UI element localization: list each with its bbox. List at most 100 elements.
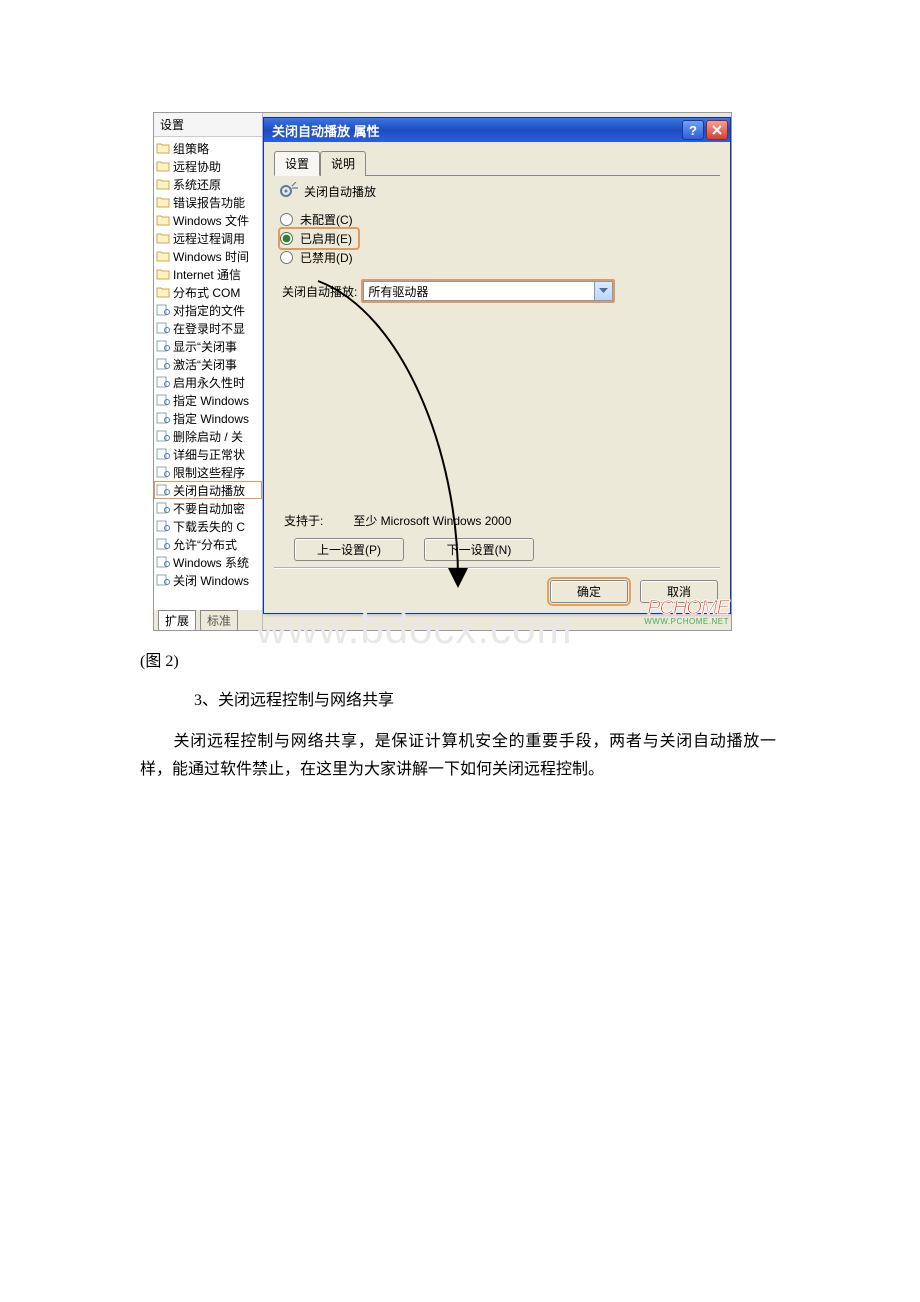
tree-item-24[interactable]: 关闭 Windows [154, 571, 262, 589]
tree-item-6[interactable]: Windows 时间 [154, 247, 262, 265]
tree-item-label: 系统还原 [173, 176, 221, 193]
tree-item-11[interactable]: 显示“关闭事 [154, 337, 262, 355]
tree-item-16[interactable]: 删除启动 / 关 [154, 427, 262, 445]
setting-icon [156, 394, 170, 406]
tree-item-15[interactable]: 指定 Windows [154, 409, 262, 427]
setting-icon [156, 502, 170, 514]
tree-item-8[interactable]: 分布式 COM [154, 283, 262, 301]
tree-item-5[interactable]: 远程过程调用 [154, 229, 262, 247]
setting-icon [156, 304, 170, 316]
figure-caption: (图 2) [140, 647, 179, 671]
folder-icon [156, 232, 170, 244]
tree-item-label: 下载丢失的 C [173, 518, 245, 535]
tree-item-label: 分布式 COM [173, 284, 240, 301]
tree-item-label: 限制这些程序 [173, 464, 245, 481]
tree-item-label: 允许“分布式 [173, 536, 237, 553]
tree-item-label: 不要自动加密 [173, 500, 245, 517]
setting-icon [156, 466, 170, 478]
tree-item-13[interactable]: 启用永久性时 [154, 373, 262, 391]
next-setting-button[interactable]: 下一设置(N) [424, 538, 534, 561]
policy-tree-panel: 设置 组策略远程协助系统还原错误报告功能Windows 文件远程过程调用Wind… [154, 113, 263, 630]
radio-input-notconf[interactable] [280, 213, 293, 226]
field-label: 关闭自动播放: [282, 283, 357, 300]
setting-icon [156, 538, 170, 550]
folder-icon [156, 214, 170, 226]
folder-icon [156, 268, 170, 280]
tree-item-label: 组策略 [173, 140, 209, 157]
setting-icon [156, 340, 170, 352]
setting-icon [156, 556, 170, 568]
tree-item-10[interactable]: 在登录时不显 [154, 319, 262, 337]
tree-item-label: 远程过程调用 [173, 230, 245, 247]
nav-row: 上一设置(P) 下一设置(N) [294, 538, 534, 561]
tree-item-22[interactable]: 允许“分布式 [154, 535, 262, 553]
tree-item-2[interactable]: 系统还原 [154, 175, 262, 193]
radio-label-enabled: 已启用(E) [300, 230, 352, 247]
setting-icon [156, 322, 170, 334]
tree-item-14[interactable]: 指定 Windows [154, 391, 262, 409]
tree-item-17[interactable]: 详细与正常状 [154, 445, 262, 463]
tab-explain[interactable]: 说明 [320, 151, 366, 176]
folder-icon [156, 160, 170, 172]
tree-item-label: Windows 文件 [173, 212, 249, 229]
tree-item-label: Windows 系统 [173, 554, 249, 571]
setting-icon [156, 520, 170, 532]
setting-icon [156, 448, 170, 460]
dialog-titlebar: 关闭自动播放 属性 ? [264, 118, 730, 142]
tree-item-23[interactable]: Windows 系统 [154, 553, 262, 571]
autoplay-select[interactable]: 所有驱动器 [361, 279, 615, 303]
radio-disabled[interactable]: 已禁用(D) [280, 248, 720, 267]
divider [274, 567, 720, 569]
footer-tab-standard[interactable]: 标准 [200, 610, 238, 630]
radio-not-configured[interactable]: 未配置(C) [280, 210, 720, 229]
tree-item-7[interactable]: Internet 通信 [154, 265, 262, 283]
tree-footer-tabs: 扩展 标准 [154, 610, 262, 630]
folder-icon [156, 250, 170, 262]
radio-label-notconf: 未配置(C) [300, 211, 353, 228]
prev-setting-button[interactable]: 上一设置(P) [294, 538, 404, 561]
tree-item-label: 详细与正常状 [173, 446, 245, 463]
tree-item-label: 对指定的文件 [173, 302, 245, 319]
tree-item-label: 指定 Windows [173, 392, 249, 409]
tree-item-19[interactable]: 关闭自动播放 [154, 481, 262, 499]
policy-tree-list: 组策略远程协助系统还原错误报告功能Windows 文件远程过程调用Windows… [154, 137, 262, 591]
setting-label: 关闭自动播放 [304, 183, 376, 200]
tree-header: 设置 [154, 113, 262, 137]
tree-item-label: 远程协助 [173, 158, 221, 175]
support-value: 至少 Microsoft Windows 2000 [353, 512, 511, 529]
tree-item-18[interactable]: 限制这些程序 [154, 463, 262, 481]
radio-input-disabled[interactable] [280, 251, 293, 264]
close-button[interactable] [706, 120, 728, 140]
tree-item-label: Windows 时间 [173, 248, 249, 265]
chevron-down-icon[interactable] [594, 281, 613, 301]
setting-icon [156, 430, 170, 442]
ok-button[interactable]: 确定 [550, 580, 628, 603]
tab-settings[interactable]: 设置 [274, 151, 320, 176]
tree-item-0[interactable]: 组策略 [154, 139, 262, 157]
radio-input-enabled[interactable] [280, 232, 293, 245]
tree-item-label: 关闭 Windows [173, 572, 249, 589]
folder-icon [156, 178, 170, 190]
tree-item-3[interactable]: 错误报告功能 [154, 193, 262, 211]
properties-dialog: 关闭自动播放 属性 ? 设置 说明 关闭自动播放 [263, 117, 731, 614]
gpedit-screenshot: 设置 组策略远程协助系统还原错误报告功能Windows 文件远程过程调用Wind… [153, 112, 732, 631]
dialog-title: 关闭自动播放 属性 [272, 121, 380, 140]
radio-label-disabled: 已禁用(D) [300, 249, 353, 266]
gear-icon [278, 182, 298, 200]
tree-item-20[interactable]: 不要自动加密 [154, 499, 262, 517]
tree-item-1[interactable]: 远程协助 [154, 157, 262, 175]
dialog-tabs: 设置 说明 [274, 150, 720, 176]
footer-tab-extended[interactable]: 扩展 [158, 610, 196, 630]
support-row: 支持于: 至少 Microsoft Windows 2000 [284, 512, 511, 529]
pchome-watermark: PCHOME WWW.PCHOME.NET [644, 598, 729, 626]
folder-icon [156, 286, 170, 298]
tree-item-12[interactable]: 激活“关闭事 [154, 355, 262, 373]
setting-icon [156, 484, 170, 496]
radio-enabled[interactable]: 已启用(E) [280, 229, 358, 248]
tree-item-21[interactable]: 下载丢失的 C [154, 517, 262, 535]
tree-item-9[interactable]: 对指定的文件 [154, 301, 262, 319]
help-button[interactable]: ? [682, 120, 704, 140]
tree-item-label: 在登录时不显 [173, 320, 245, 337]
body-paragraph: 关闭远程控制与网络共享，是保证计算机安全的重要手段，两者与关闭自动播放一样，能通… [140, 728, 776, 784]
tree-item-4[interactable]: Windows 文件 [154, 211, 262, 229]
